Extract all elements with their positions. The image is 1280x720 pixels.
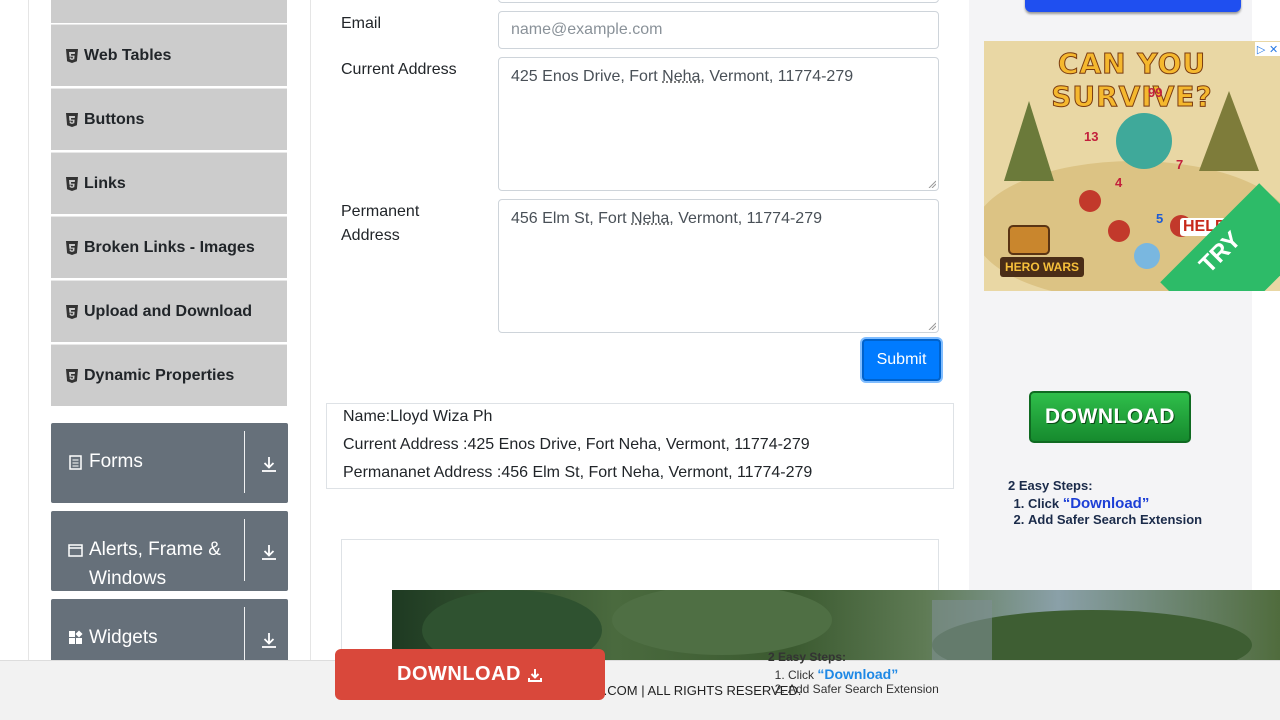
ad-step-text: Click xyxy=(1028,496,1063,511)
output-current-address: Current Address :425 Enos Drive, Fort Ne… xyxy=(343,436,810,453)
email-placeholder: name@example.com xyxy=(511,21,663,38)
bottom-step-text: Click xyxy=(788,668,818,682)
sidebar-item-dynamic-properties[interactable]: Dynamic Properties xyxy=(51,344,287,406)
resize-handle-icon[interactable] xyxy=(928,322,936,330)
ad-top-button[interactable] xyxy=(1025,0,1241,12)
ad-download-button[interactable]: DOWNLOAD xyxy=(1029,391,1191,443)
ad-step-link[interactable]: “Download” xyxy=(1063,495,1150,512)
address-text: 456 Elm St, Fort xyxy=(511,210,632,227)
group-alerts-frame-windows[interactable]: Alerts, Frame & Windows xyxy=(51,511,288,591)
output-permanent-address: Permananet Address :456 Elm St, Fort Neh… xyxy=(343,464,813,481)
html5-icon xyxy=(66,48,78,63)
sidebar: Web Tables Buttons Links Broken Links - … xyxy=(28,0,311,679)
resize-handle-icon[interactable] xyxy=(928,180,936,188)
sidebar-item-label: Web Tables xyxy=(84,46,172,64)
sidebar-item-web-tables[interactable]: Web Tables xyxy=(51,24,287,86)
download-arrow-icon[interactable] xyxy=(260,543,278,561)
html5-icon xyxy=(66,112,78,127)
sidebar-item-label: Dynamic Properties xyxy=(84,366,235,384)
bottom-download-label: DOWNLOAD xyxy=(397,663,521,685)
window-icon xyxy=(68,544,83,557)
sidebar-item-hidden[interactable] xyxy=(51,0,287,23)
bottom-steps-title: 2 Easy Steps: xyxy=(768,650,847,664)
sidebar-item-label: Broken Links - Images xyxy=(84,238,255,256)
output-box: Name:Lloyd Wiza Ph Current Address :425 … xyxy=(326,403,954,489)
field-above[interactable] xyxy=(498,0,939,3)
close-icon[interactable]: ✕ xyxy=(1269,43,1278,56)
ad-banner[interactable]: CAN YOU SURVIVE? 99 13 7 4 5 HELP! HERO … xyxy=(984,41,1280,291)
form-icon xyxy=(69,455,82,470)
current-address-field[interactable]: 425 Enos Drive, Fort Neha, Vermont, 1177… xyxy=(498,57,939,191)
sidebar-item-label: Buttons xyxy=(84,110,145,128)
group-label: Alerts, Frame & Windows xyxy=(89,539,221,589)
sidebar-item-buttons[interactable]: Buttons xyxy=(51,88,287,150)
output-name: Name:Lloyd Wiza Ph xyxy=(343,408,493,425)
address-text: 425 Enos Drive, Fort xyxy=(511,68,663,85)
sidebar-item-broken-links[interactable]: Broken Links - Images xyxy=(51,216,287,278)
address-text: , Vermont, 11774-279 xyxy=(700,68,854,85)
permanent-address-field[interactable]: 456 Elm St, Fort Neha, Vermont, 11774-27… xyxy=(498,199,939,333)
ad-step-1: Click “Download” xyxy=(1028,495,1202,512)
divider xyxy=(244,519,245,581)
download-arrow-icon[interactable] xyxy=(260,455,278,473)
sidebar-item-upload-download[interactable]: Upload and Download xyxy=(51,280,287,342)
ad-number: 7 xyxy=(1176,157,1184,172)
ad-steps-title: 2 Easy Steps: xyxy=(1008,478,1093,493)
widgets-icon xyxy=(69,630,83,644)
spelling-mark: Neha xyxy=(631,210,670,227)
ad-step-2: Add Safer Search Extension xyxy=(1028,512,1202,527)
sidebar-item-links[interactable]: Links xyxy=(51,152,287,214)
bottom-ad-steps: 2 Easy Steps: Click “Download” Add Safer… xyxy=(768,650,939,696)
group-label: Forms xyxy=(89,451,143,472)
email-label: Email xyxy=(341,15,382,32)
sidebar-item-label: Upload and Download xyxy=(84,302,252,320)
ad-number: 13 xyxy=(1084,129,1099,144)
bottom-step-2: Add Safer Search Extension xyxy=(788,682,939,696)
bottom-download-button[interactable]: DOWNLOAD xyxy=(335,649,605,700)
ad-steps: 2 Easy Steps: Click “Download” Add Safer… xyxy=(1008,478,1202,527)
permanent-address-label: Permanent Address xyxy=(341,203,420,244)
group-forms[interactable]: Forms xyxy=(51,423,288,503)
html5-icon xyxy=(66,176,78,191)
ad-choices[interactable]: ▷ ✕ xyxy=(1255,42,1280,56)
ad-choices-icon[interactable]: ▷ xyxy=(1257,43,1265,56)
spelling-mark: Neha xyxy=(662,68,701,85)
html5-icon xyxy=(66,240,78,255)
html5-icon xyxy=(66,368,78,383)
current-address-label: Current Address xyxy=(341,61,457,78)
submit-button[interactable]: Submit xyxy=(862,339,941,381)
download-arrow-icon[interactable] xyxy=(260,631,278,649)
sidebar-item-label: Links xyxy=(84,174,126,192)
bottom-step-1: Click “Download” xyxy=(788,666,939,682)
bottom-step-link[interactable]: “Download” xyxy=(817,666,898,682)
email-field[interactable]: name@example.com xyxy=(498,11,939,49)
group-label: Widgets xyxy=(89,627,158,648)
ad-number: 99 xyxy=(1148,85,1163,100)
ad-number: 5 xyxy=(1156,211,1164,226)
html5-icon xyxy=(66,304,78,319)
divider xyxy=(244,431,245,493)
ad-brand-logo: HERO WARS xyxy=(1000,257,1085,277)
ad-step-text: Add Safer Search Extension xyxy=(1028,512,1203,527)
download-icon xyxy=(527,668,542,682)
address-text: , Vermont, 11774-279 xyxy=(669,210,822,227)
ad-title: CAN YOU SURVIVE? xyxy=(1051,47,1213,114)
ad-number: 4 xyxy=(1115,175,1123,190)
bottom-step-text: Add Safer Search Extension xyxy=(788,682,939,696)
